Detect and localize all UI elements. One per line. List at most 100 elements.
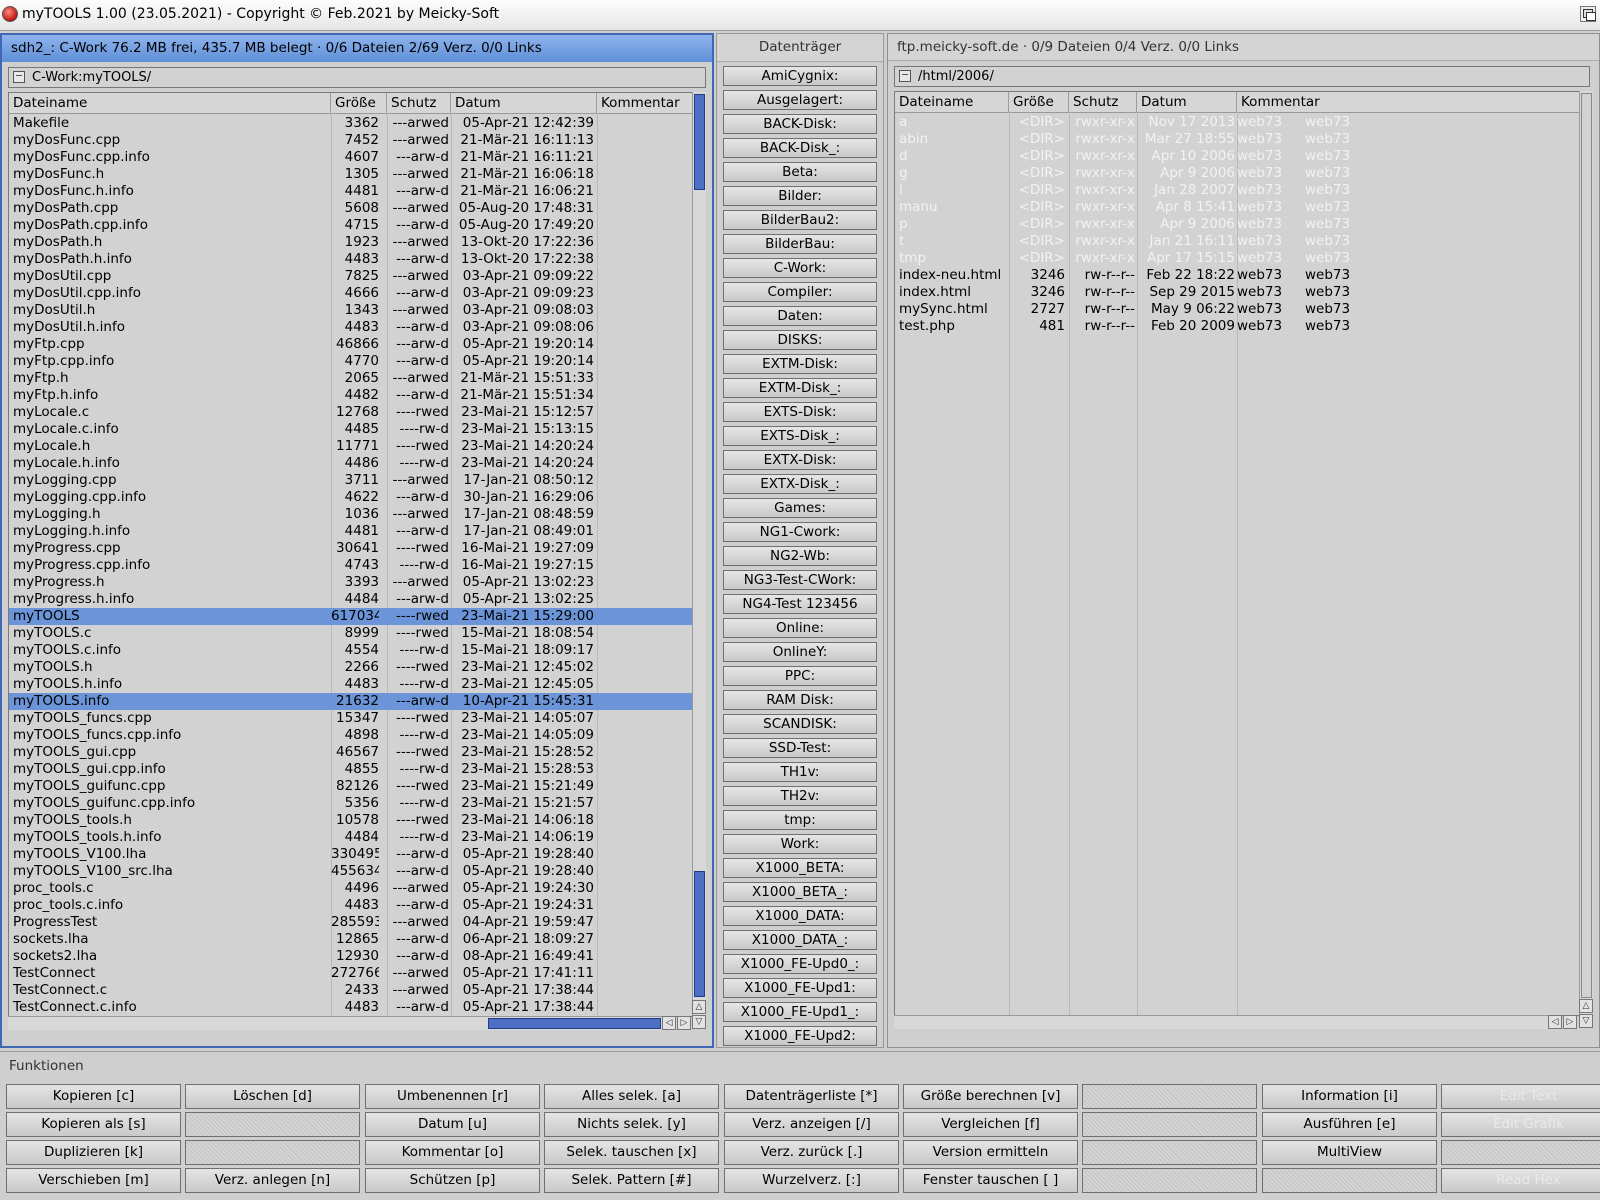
left-vertical-scroll-knob-lower[interactable] — [694, 871, 705, 997]
file-row[interactable]: Makefile 3362 ---arwed 05-Apr-21 12:42:39 — [9, 115, 692, 132]
file-row[interactable]: myLogging.h 1036 ---arwed 17-Jan-21 08:48:5… — [9, 506, 692, 523]
scroll-left-arrow-icon[interactable]: ◁ — [662, 1016, 676, 1030]
drawer-icon[interactable] — [899, 70, 911, 82]
left-file-panel[interactable]: sdh2_: C-Work 76.2 MB frei, 435.7 MB bel… — [0, 33, 714, 1048]
volume-button[interactable]: X1000_DATA_: — [723, 930, 877, 950]
function-button-größe-berechnen[interactable]: Größe berechnen [v] — [903, 1084, 1078, 1109]
scroll-right-arrow-icon[interactable]: ▷ — [1563, 1015, 1577, 1029]
function-button-schützen[interactable]: Schützen [p] — [365, 1168, 540, 1193]
volume-button[interactable]: NG2-Wb: — [723, 546, 877, 566]
file-row[interactable]: myDosPath.h 1923 ---arwed 13-Okt-20 17:22:3… — [9, 234, 692, 251]
file-row[interactable]: myFtp.cpp.info 4770 ---arw-d 05-Apr-21 19:2… — [9, 353, 692, 370]
function-button-datum[interactable]: Datum [u] — [365, 1112, 540, 1137]
file-row[interactable]: myDosUtil.h 1343 ---arwed 03-Apr-21 09:08:0… — [9, 302, 692, 319]
function-button-verz-zurück[interactable]: Verz. zurück [.] — [724, 1140, 899, 1165]
file-row[interactable]: myProgress.h 3393 ---arwed 05-Apr-21 13:02:… — [9, 574, 692, 591]
function-button-kopieren-als[interactable]: Kopieren als [s] — [6, 1112, 181, 1137]
function-button-multiview[interactable]: MultiView — [1262, 1140, 1437, 1165]
depth-gadget-icon[interactable] — [1580, 6, 1596, 22]
volume-button[interactable]: C-Work: — [723, 258, 877, 278]
ftp-file-row[interactable]: test.php 481 rw-r--r-- Feb 20 2009 web73 web7… — [895, 318, 1579, 335]
function-button-kommentar[interactable]: Kommentar [o] — [365, 1140, 540, 1165]
file-row[interactable]: myLocale.h.info 4486 ----rw-d 23-Mai-21 14:… — [9, 455, 692, 472]
left-vertical-scroll-knob[interactable] — [694, 94, 705, 190]
file-row[interactable]: myProgress.h.info 4484 ---arw-d 05-Apr-21 1… — [9, 591, 692, 608]
file-row[interactable]: myFtp.cpp 46866 ---arw-d 05-Apr-21 19:20:14 — [9, 336, 692, 353]
file-row[interactable]: myTOOLS.info 21632 ---arw-d 10-Apr-21 15:45… — [9, 693, 692, 710]
file-row[interactable]: myTOOLS 617034 ----rwed 23-Mai-21 15:29:00 — [9, 608, 692, 625]
function-button-ausführen[interactable]: Ausführen [e] — [1262, 1112, 1437, 1137]
drawer-icon[interactable] — [13, 71, 25, 83]
ftp-file-row[interactable]: t <DIR> rwxr-xr-x Jan 21 16:11 web73 web73 — [895, 233, 1579, 250]
left-vertical-scrollbar[interactable] — [692, 92, 706, 1017]
file-row[interactable]: myDosFunc.h.info 4481 ---arw-d 21-Mär-21 16… — [9, 183, 692, 200]
file-row[interactable]: myTOOLS.h.info 4483 ----rw-d 23-Mai-21 12:4… — [9, 676, 692, 693]
volume-button[interactable]: Online: — [723, 618, 877, 638]
file-row[interactable]: myTOOLS_tools.h.info 4484 ----rw-d 23-Mai-2… — [9, 829, 692, 846]
ftp-file-row[interactable]: tmp <DIR> rwxr-xr-x Apr 17 15:15 web73 web73 — [895, 250, 1579, 267]
file-row[interactable]: myProgress.cpp 30641 ----rwed 16-Mai-21 19:… — [9, 540, 692, 557]
volume-button[interactable]: EXTS-Disk_: — [723, 426, 877, 446]
function-button-kopieren[interactable]: Kopieren [c] — [6, 1084, 181, 1109]
col-date-header[interactable]: Datum — [1137, 92, 1237, 112]
file-row[interactable]: myTOOLS.c 8999 ----rwed 15-Mai-21 18:08:54 — [9, 625, 692, 642]
right-vertical-scrollbar[interactable] — [1579, 91, 1593, 1016]
file-row[interactable]: myTOOLS_V100_src.lha 455634 ---arw-d 05-Apr… — [9, 863, 692, 880]
right-file-panel[interactable]: ftp.meicky-soft.de · 0/9 Dateien 0/4 Ver… — [887, 33, 1600, 1048]
file-row[interactable]: myTOOLS.c.info 4554 ----rw-d 15-Mai-21 18:0… — [9, 642, 692, 659]
volume-button[interactable]: X1000_DATA: — [723, 906, 877, 926]
file-row[interactable]: myDosUtil.h.info 4483 ---arw-d 03-Apr-21 09… — [9, 319, 692, 336]
volume-button[interactable]: BACK-Disk_: — [723, 138, 877, 158]
scroll-up-arrow-icon[interactable]: △ — [692, 1000, 706, 1014]
volume-button[interactable]: BilderBau: — [723, 234, 877, 254]
ftp-file-row[interactable]: i <DIR> rwxr-xr-x Jan 28 2007 web73 web73 — [895, 182, 1579, 199]
volume-button[interactable]: X1000_FE-Upd0_: — [723, 954, 877, 974]
function-button-edit-grafik[interactable]: Edit Grafik — [1441, 1112, 1600, 1137]
file-row[interactable]: myLogging.cpp.info 4622 ---arw-d 30-Jan-21 … — [9, 489, 692, 506]
file-row[interactable]: myTOOLS_V100.lha 330495 ---arw-d 05-Apr-21 … — [9, 846, 692, 863]
file-row[interactable]: ProgressTest 285593 ---arwed 04-Apr-21 19:5… — [9, 914, 692, 931]
file-row[interactable]: TestConnect 272766 ---arwed 05-Apr-21 17:41… — [9, 965, 692, 982]
volume-button[interactable]: Daten: — [723, 306, 877, 326]
ftp-file-row[interactable]: p <DIR> rwxr-xr-x Apr 9 2006 web73 web73 — [895, 216, 1579, 233]
volume-button[interactable]: Work: — [723, 834, 877, 854]
file-row[interactable]: myDosPath.cpp 5608 ---arwed 05-Aug-20 17:48… — [9, 200, 692, 217]
file-row[interactable]: myProgress.cpp.info 4743 ----rw-d 16-Mai-21… — [9, 557, 692, 574]
file-row[interactable]: TestConnect.c.info 4483 ---arw-d 05-Apr-21 … — [9, 999, 692, 1016]
ftp-file-row[interactable]: index-neu.html 3246 rw-r--r-- Feb 22 18:22 w… — [895, 267, 1579, 284]
function-button-duplizieren[interactable]: Duplizieren [k] — [6, 1140, 181, 1165]
col-name-header[interactable]: Dateiname — [9, 93, 331, 113]
scroll-down-arrow-icon[interactable]: ▽ — [692, 1015, 706, 1029]
file-row[interactable]: myLogging.cpp 3711 ---arwed 17-Jan-21 08:50… — [9, 472, 692, 489]
file-row[interactable]: sockets.lha 12865 ---arw-d 06-Apr-21 18:09:… — [9, 931, 692, 948]
scroll-right-arrow-icon[interactable]: ▷ — [677, 1016, 691, 1030]
volume-button[interactable]: RAM Disk: — [723, 690, 877, 710]
scroll-left-arrow-icon[interactable]: ◁ — [1548, 1015, 1562, 1029]
volume-button[interactable]: BilderBau2: — [723, 210, 877, 230]
left-horizontal-scroll-knob[interactable] — [488, 1018, 661, 1029]
volume-button[interactable]: Bilder: — [723, 186, 877, 206]
function-button-vergleichen[interactable]: Vergleichen [f] — [903, 1112, 1078, 1137]
col-comment-header[interactable]: Kommentar — [597, 93, 692, 113]
ftp-file-row[interactable]: g <DIR> rwxr-xr-x Apr 9 2006 web73 web73 — [895, 165, 1579, 182]
file-row[interactable]: myTOOLS_gui.cpp 46567 ----rwed 23-Mai-21 15… — [9, 744, 692, 761]
file-row[interactable]: myTOOLS_guifunc.cpp 82126 ----rwed 23-Mai-2… — [9, 778, 692, 795]
file-row[interactable]: myDosFunc.cpp.info 4607 ---arw-d 21-Mär-21 … — [9, 149, 692, 166]
volume-button[interactable]: SCANDISK: — [723, 714, 877, 734]
volume-button[interactable]: PPC: — [723, 666, 877, 686]
volume-button[interactable]: X1000_BETA: — [723, 858, 877, 878]
volume-button[interactable]: NG4-Test 123456 — [723, 594, 877, 614]
volume-button[interactable]: EXTS-Disk: — [723, 402, 877, 422]
file-row[interactable]: myFtp.h 2065 ---arwed 21-Mär-21 15:51:33 — [9, 370, 692, 387]
col-size-header[interactable]: Größe — [1009, 92, 1069, 112]
volume-button[interactable]: AmiCygnix: — [723, 66, 877, 86]
file-row[interactable]: myTOOLS.h 2266 ----rwed 23-Mai-21 12:45:02 — [9, 659, 692, 676]
volume-button[interactable]: X1000_BETA_: — [723, 882, 877, 902]
file-row[interactable]: myTOOLS_funcs.cpp.info 4898 ----rw-d 23-Mai… — [9, 727, 692, 744]
function-button-edit-text[interactable]: Edit Text — [1441, 1084, 1600, 1109]
function-button-version-ermitteln[interactable]: Version ermitteln — [903, 1140, 1078, 1165]
file-row[interactable]: myDosPath.h.info 4483 ---arw-d 13-Okt-20 17… — [9, 251, 692, 268]
window-titlebar[interactable]: myTOOLS 1.00 (23.05.2021) - Copyright © … — [0, 0, 1600, 31]
volume-button[interactable]: SSD-Test: — [723, 738, 877, 758]
function-button-selek-tauschen[interactable]: Selek. tauschen [x] — [544, 1140, 719, 1165]
